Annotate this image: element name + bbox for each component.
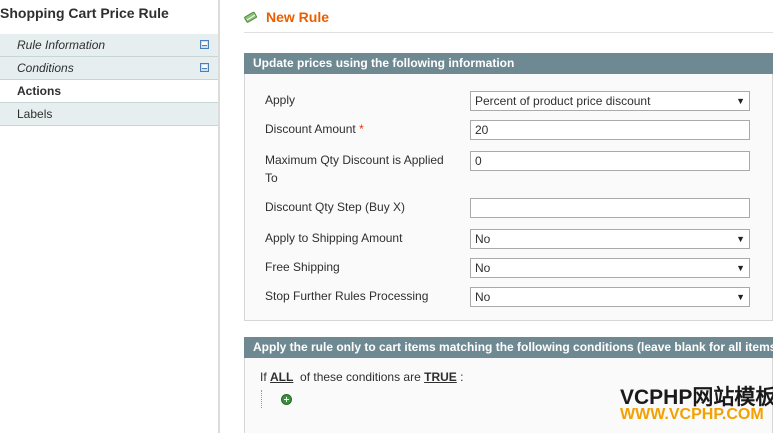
max-qty-value: 0 (475, 154, 482, 168)
fieldset-title: Update prices using the following inform… (244, 53, 773, 74)
header-divider (244, 32, 773, 33)
watermark-url: WWW.VCPHP.COM (620, 406, 764, 423)
stop-processing-value: No (475, 290, 491, 304)
pencil-icon (244, 11, 257, 23)
apply-select[interactable]: Percent of product price discount (470, 91, 750, 111)
sidebar: Shopping Cart Price Rule Rule Informatio… (0, 0, 220, 433)
tab-conditions[interactable]: Conditions (0, 57, 218, 80)
tab-list: Rule Information Conditions Actions Labe… (0, 34, 218, 126)
stop-processing-label: Stop Further Rules Processing (265, 289, 429, 303)
condition-middle: of these conditions are (300, 370, 421, 384)
qty-step-label: Discount Qty Step (Buy X) (265, 200, 406, 214)
value-link[interactable]: TRUE (424, 370, 457, 384)
discount-amount-label: Discount Amount * (265, 120, 364, 138)
page-title: New Rule (266, 9, 330, 25)
discount-amount-label-text: Discount Amount (265, 122, 356, 136)
max-qty-label: Maximum Qty Discount is Applied To (265, 151, 444, 187)
tree-connector (261, 390, 262, 408)
discount-amount-input[interactable]: 20 (470, 120, 750, 140)
tab-label: Rule Information (17, 38, 106, 52)
required-mark: * (359, 122, 364, 136)
sidebar-title: Shopping Cart Price Rule (0, 5, 169, 21)
apply-label: Apply (265, 93, 296, 107)
discount-amount-value: 20 (475, 123, 489, 137)
tab-label: Conditions (17, 61, 74, 75)
tab-actions[interactable]: Actions (0, 80, 218, 103)
max-qty-label-line2: To (265, 171, 278, 185)
condition-suffix: : (460, 370, 464, 384)
tab-rule-information[interactable]: Rule Information (0, 34, 218, 57)
apply-shipping-label: Apply to Shipping Amount (265, 231, 403, 245)
plus-circle-icon[interactable] (281, 394, 292, 405)
actions-fieldset: Update prices using the following inform… (244, 53, 773, 321)
condition-sentence: If ALL of these conditions are TRUE : (260, 370, 463, 384)
tab-label: Actions (17, 84, 62, 98)
save-disk-icon (200, 40, 209, 49)
fieldset-title: Apply the rule only to cart items matchi… (244, 337, 773, 358)
save-disk-icon (200, 63, 209, 72)
apply-shipping-select[interactable]: No (470, 229, 750, 249)
fieldset-body: Apply Percent of product price discount … (244, 74, 773, 321)
apply-value: Percent of product price discount (475, 94, 651, 108)
free-shipping-label: Free Shipping (265, 260, 340, 274)
max-qty-input[interactable]: 0 (470, 151, 750, 171)
aggregator-link[interactable]: ALL (270, 370, 293, 384)
tab-label: Labels (17, 107, 53, 121)
free-shipping-value: No (475, 261, 491, 275)
tab-labels[interactable]: Labels (0, 103, 218, 126)
condition-prefix: If (260, 370, 267, 384)
qty-step-input[interactable] (470, 198, 750, 218)
apply-shipping-value: No (475, 232, 491, 246)
free-shipping-select[interactable]: No (470, 258, 750, 278)
stop-processing-select[interactable]: No (470, 287, 750, 307)
max-qty-label-line1: Maximum Qty Discount is Applied (265, 153, 444, 167)
